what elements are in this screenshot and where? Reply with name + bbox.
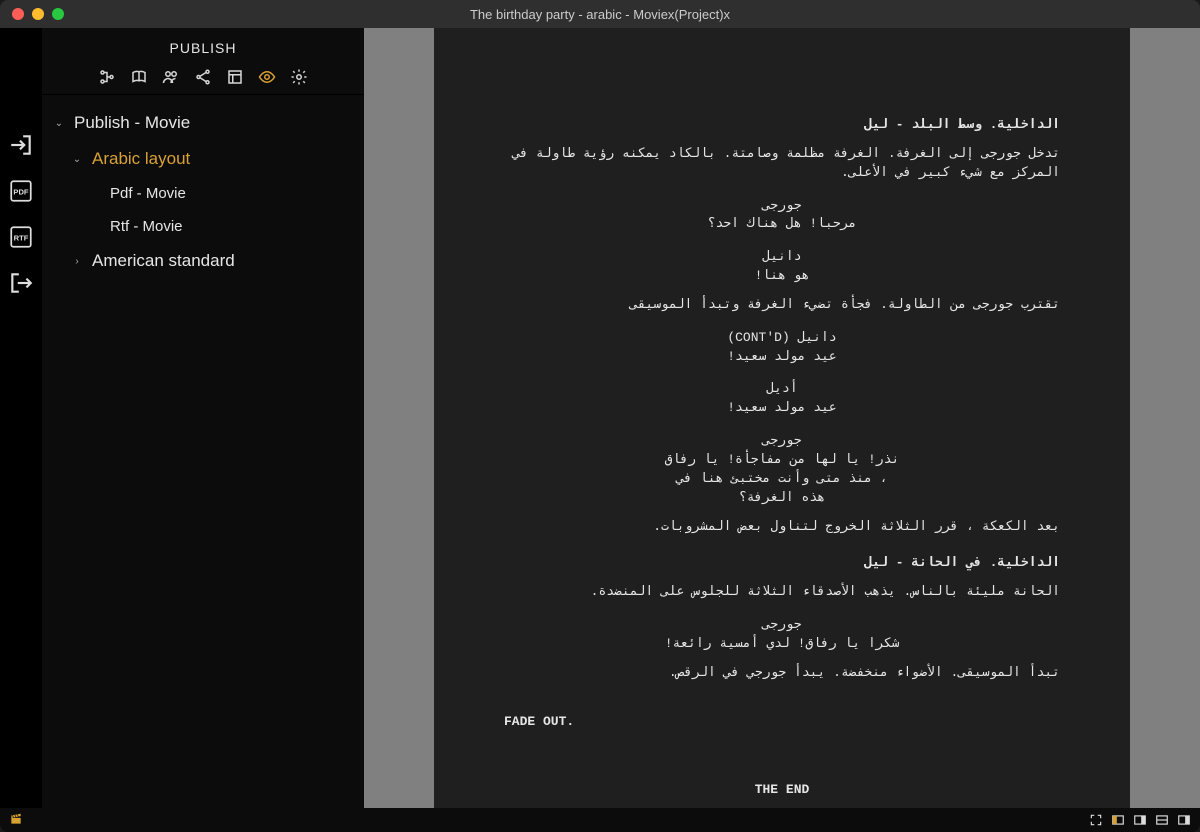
svg-text:RTF: RTF bbox=[14, 233, 29, 242]
tree-label: Arabic layout bbox=[92, 149, 190, 169]
dialogue-text: نذر! يا لها من مفاجأة! يا رفاق ، منذ متى… bbox=[664, 451, 900, 508]
action-text: تدخل جورجى إلى الغرفة. الغرفة مظلمة وصام… bbox=[504, 145, 1060, 183]
users-icon[interactable] bbox=[162, 68, 180, 86]
dialogue-text: شكرا يا رفاق! لدي أمسية رائعة! bbox=[664, 635, 900, 654]
dialogue-text: عيد مولد سعيد! bbox=[664, 399, 900, 418]
svg-text:PDF: PDF bbox=[13, 187, 29, 196]
chevron-down-icon: ⌄ bbox=[70, 154, 84, 165]
chevron-down-icon: ⌄ bbox=[52, 118, 66, 129]
character-name: جورجى bbox=[504, 432, 1060, 451]
action-text: تبدأ الموسيقى. الأضواء منخفضة. يبدأ جورج… bbox=[504, 664, 1060, 683]
publish-tree: ⌄ Publish - Movie ⌄ Arabic layout Pdf - … bbox=[42, 95, 364, 289]
eye-icon[interactable] bbox=[258, 68, 276, 86]
character-name: دانيل (CONT'D) bbox=[504, 329, 1060, 348]
maximize-window-button[interactable] bbox=[52, 8, 64, 20]
import-icon[interactable] bbox=[8, 132, 34, 158]
tree-item-arabic-layout[interactable]: ⌄ Arabic layout bbox=[42, 141, 364, 177]
sidebar-toolbar bbox=[42, 64, 364, 95]
fullscreen-icon[interactable] bbox=[1088, 813, 1104, 827]
panel-right-icon[interactable] bbox=[1132, 813, 1148, 827]
screenplay-page: الداخلية. وسط البلد - ليل تدخل جورجى إلى… bbox=[434, 28, 1130, 808]
action-text: الحانة مليئة بالناس. يذهب الأصدقاء الثلا… bbox=[504, 583, 1060, 602]
share-icon[interactable] bbox=[194, 68, 212, 86]
scene-heading: الداخلية. في الحانة - ليل bbox=[504, 554, 1060, 573]
tree-icon[interactable] bbox=[98, 68, 116, 86]
left-rail: PDF RTF bbox=[0, 28, 42, 808]
tree-item-pdf-movie[interactable]: Pdf - Movie bbox=[42, 177, 364, 210]
main-area: PDF RTF PUBLISH bbox=[0, 28, 1200, 808]
pdf-icon[interactable]: PDF bbox=[8, 178, 34, 204]
dialogue-text: هو هنا! bbox=[664, 267, 900, 286]
tree-label: Rtf - Movie bbox=[110, 218, 183, 235]
action-text: بعد الكعكة ، قرر الثلاثة الخروج لتناول ب… bbox=[504, 518, 1060, 537]
close-window-button[interactable] bbox=[12, 8, 24, 20]
panel-split-icon[interactable] bbox=[1176, 813, 1192, 827]
panel-center-icon[interactable] bbox=[1154, 813, 1170, 827]
window-controls bbox=[12, 8, 64, 20]
character-name: دانيل bbox=[504, 248, 1060, 267]
status-bar bbox=[0, 808, 1200, 832]
scene-heading: الداخلية. وسط البلد - ليل bbox=[504, 116, 1060, 135]
layout-icon[interactable] bbox=[226, 68, 244, 86]
character-name: أديل bbox=[504, 380, 1060, 399]
panel-left-icon[interactable] bbox=[1110, 813, 1126, 827]
chevron-right-icon: › bbox=[70, 256, 84, 267]
dialogue-text: عيد مولد سعيد! bbox=[664, 348, 900, 367]
gear-icon[interactable] bbox=[290, 68, 308, 86]
export-icon[interactable] bbox=[8, 270, 34, 296]
character-name: جورجى bbox=[504, 197, 1060, 216]
tree-item-rtf-movie[interactable]: Rtf - Movie bbox=[42, 210, 364, 243]
rtf-icon[interactable]: RTF bbox=[8, 224, 34, 250]
tree-label: Pdf - Movie bbox=[110, 185, 186, 202]
document-preview[interactable]: الداخلية. وسط البلد - ليل تدخل جورجى إلى… bbox=[364, 28, 1200, 808]
clapperboard-icon[interactable] bbox=[8, 812, 24, 829]
window-title: The birthday party - arabic - Moviex(Pro… bbox=[470, 7, 730, 22]
minimize-window-button[interactable] bbox=[32, 8, 44, 20]
transition-text: FADE OUT. bbox=[504, 713, 1060, 732]
sidebar-title: PUBLISH bbox=[42, 28, 364, 64]
tree-item-american-standard[interactable]: › American standard bbox=[42, 243, 364, 279]
tree-item-publish-movie[interactable]: ⌄ Publish - Movie bbox=[42, 105, 364, 141]
layout-controls bbox=[1088, 813, 1192, 827]
action-text: تقترب جورجى من الطاولة. فجأة تضيء الغرفة… bbox=[504, 296, 1060, 315]
tree-label: Publish - Movie bbox=[74, 113, 190, 133]
dialogue-text: مرحبا! هل هناك احد؟ bbox=[664, 215, 900, 234]
the-end-text: THE END bbox=[504, 781, 1060, 800]
tree-label: American standard bbox=[92, 251, 235, 271]
character-name: جورجى bbox=[504, 616, 1060, 635]
title-bar: The birthday party - arabic - Moviex(Pro… bbox=[0, 0, 1200, 28]
sidebar: PUBLISH bbox=[42, 28, 364, 808]
book-icon[interactable] bbox=[130, 68, 148, 86]
